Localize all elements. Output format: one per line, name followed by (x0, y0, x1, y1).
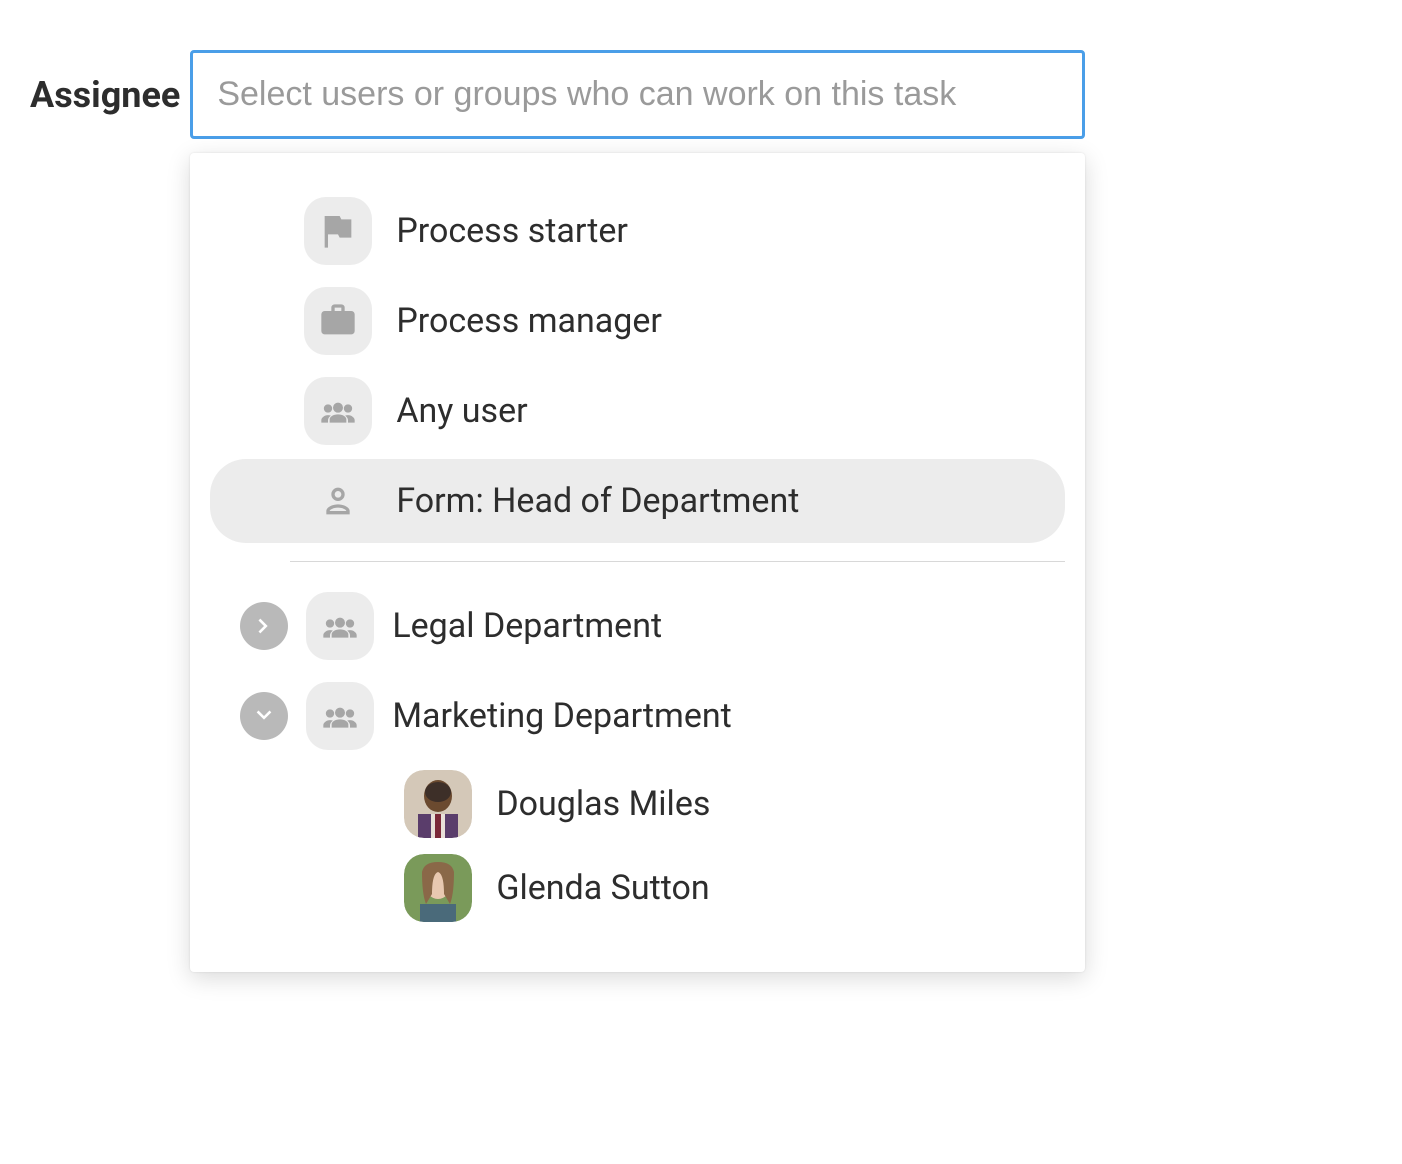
option-process-manager[interactable]: Process manager (210, 279, 1065, 363)
person-icon (304, 467, 372, 535)
option-label: Form: Head of Department (396, 481, 799, 521)
group-label: Marketing Department (392, 696, 731, 736)
users-icon (306, 592, 374, 660)
option-form-head-of-department[interactable]: Form: Head of Department (210, 459, 1065, 543)
option-process-starter[interactable]: Process starter (210, 189, 1065, 273)
group-label: Legal Department (392, 606, 662, 646)
divider (290, 561, 1065, 562)
user-name: Douglas Miles (496, 784, 710, 824)
assignee-dropdown: Process starter Process manager Any user (190, 153, 1085, 972)
avatar (404, 854, 472, 922)
group-legal-department[interactable]: Legal Department (210, 584, 1065, 668)
users-icon (304, 377, 372, 445)
avatar (404, 770, 472, 838)
option-label: Process starter (396, 211, 628, 251)
flag-icon (304, 197, 372, 265)
chevron-right-icon[interactable] (240, 602, 288, 650)
briefcase-icon (304, 287, 372, 355)
chevron-down-icon[interactable] (240, 692, 288, 740)
option-label: Process manager (396, 301, 662, 341)
assignee-input[interactable] (190, 50, 1085, 139)
users-icon (306, 682, 374, 750)
option-label: Any user (396, 391, 527, 431)
user-glenda-sutton[interactable]: Glenda Sutton (210, 848, 1065, 928)
assignee-label: Assignee (30, 50, 180, 116)
user-name: Glenda Sutton (496, 868, 709, 908)
user-douglas-miles[interactable]: Douglas Miles (210, 764, 1065, 844)
option-any-user[interactable]: Any user (210, 369, 1065, 453)
group-marketing-department[interactable]: Marketing Department (210, 674, 1065, 758)
